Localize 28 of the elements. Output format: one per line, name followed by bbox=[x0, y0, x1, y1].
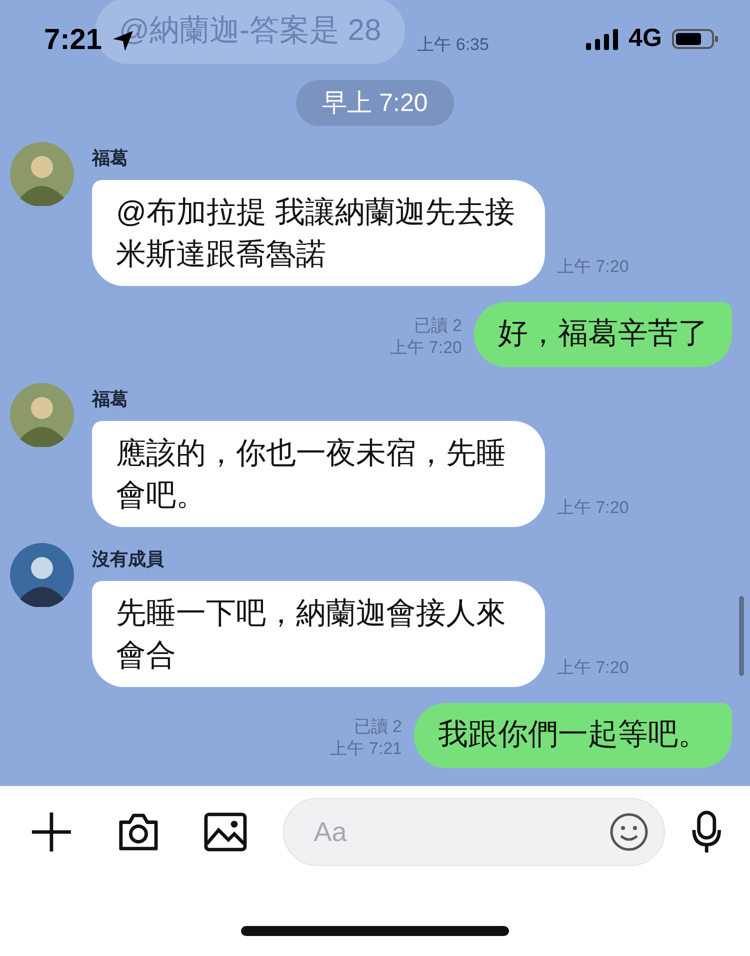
message-input[interactable]: Aa bbox=[282, 798, 665, 866]
message-bubble: 好，福葛辛苦了 bbox=[474, 302, 732, 367]
sender-name: 福葛 bbox=[92, 147, 129, 170]
sender-name: 沒有成員 bbox=[92, 548, 165, 571]
read-receipt: 已讀 2 bbox=[414, 315, 462, 337]
message-time: 上午 7:21 bbox=[330, 738, 402, 760]
battery-icon bbox=[672, 28, 718, 50]
sender-name: 福葛 bbox=[92, 388, 129, 411]
microphone-icon[interactable] bbox=[690, 810, 722, 854]
message-time: 上午 7:20 bbox=[557, 256, 629, 278]
message-time: 上午 7:20 bbox=[557, 657, 629, 679]
message-bubble: @布加拉提 我讓納蘭迦先去接米斯達跟喬魯諾 bbox=[92, 180, 545, 286]
read-receipt: 已讀 2 bbox=[354, 716, 402, 738]
message-time: 上午 7:20 bbox=[390, 337, 462, 359]
signal-icon bbox=[584, 28, 619, 50]
date-separator: 早上 7:20 bbox=[296, 80, 454, 126]
avatar-icon[interactable] bbox=[10, 543, 74, 607]
emoji-icon[interactable] bbox=[608, 812, 649, 852]
image-icon[interactable] bbox=[204, 812, 247, 852]
message-time: 上午 7:20 bbox=[557, 497, 629, 519]
plus-icon[interactable] bbox=[30, 810, 73, 854]
camera-icon[interactable] bbox=[116, 812, 160, 852]
scrollbar[interactable] bbox=[739, 596, 744, 676]
message-bubble: 應該的，你也一夜未宿，先睡會吧。 bbox=[92, 421, 545, 527]
message-bubble: 先睡一下吧，納蘭迦會接人來會合 bbox=[92, 581, 545, 687]
network-label: 4G bbox=[628, 24, 662, 53]
message-bubble: 我跟你們一起等吧。 bbox=[414, 703, 732, 768]
message-time: 上午 6:35 bbox=[417, 34, 489, 56]
